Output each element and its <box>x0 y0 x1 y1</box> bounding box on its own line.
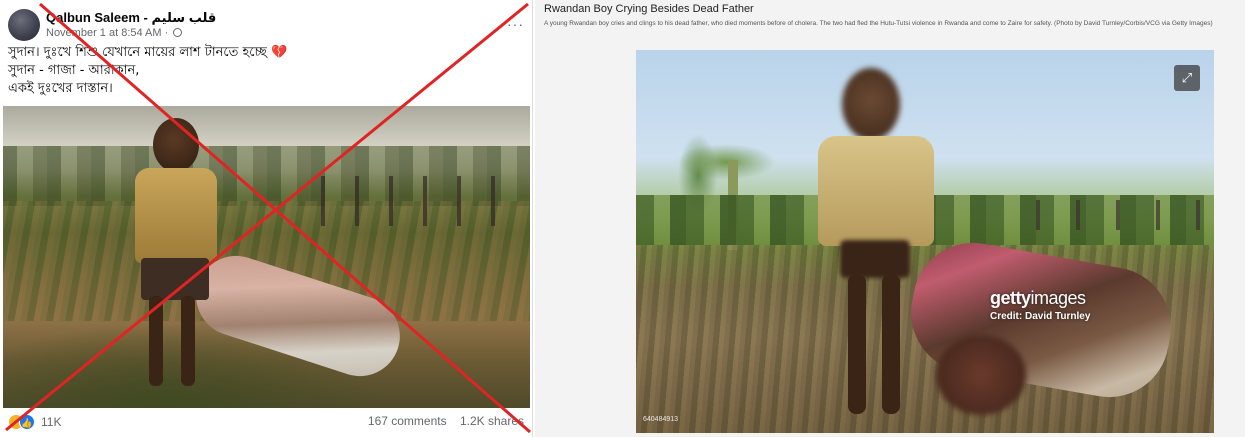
post-footer: 👍 11K 167 comments 1.2K shares <box>8 413 528 433</box>
photo-id: 640484913 <box>643 416 679 423</box>
getty-watermark: gettyimages Credit: David Turnley <box>990 288 1090 322</box>
stock-photo-page: Rwandan Boy Crying Besides Dead Father A… <box>535 0 1245 437</box>
shares-count[interactable]: 1.2K shares <box>460 414 524 428</box>
painting-child-leg <box>149 296 163 386</box>
painting-distant-people <box>303 176 523 226</box>
photo-caption: A young Rwandan boy cries and clings to … <box>544 20 1213 27</box>
painting-child-shirt <box>135 168 217 263</box>
photo-distant-people <box>1016 200 1206 230</box>
comments-count[interactable]: 167 comments <box>368 414 447 428</box>
expand-icon[interactable]: ⤢ <box>1174 65 1200 91</box>
avatar[interactable] <box>8 9 40 41</box>
more-horizontal-icon[interactable]: ··· <box>507 16 524 32</box>
like-reaction-icon: 👍 <box>19 414 35 430</box>
watermark-credit: Credit: David Turnley <box>990 311 1091 322</box>
globe-icon <box>173 28 183 37</box>
engagement-stats: 167 comments 1.2K shares <box>368 414 524 428</box>
post-line: সুদান। দুঃখে শিশু যেখানে মায়ের লাশ টানত… <box>8 45 288 60</box>
broken-heart-icon: 💔 <box>270 45 288 60</box>
post-meta: November 1 at 8:54 AM · <box>46 27 183 39</box>
social-post: Qalbun Saleem - قلب سليم November 1 at 8… <box>0 0 533 437</box>
post-header: Qalbun Saleem - قلب سليم November 1 at 8… <box>8 8 528 42</box>
photo-boy-hips-blurred <box>840 240 910 278</box>
photo-boy-head-blurred <box>842 68 900 140</box>
photo-lying-figure-head-blurred <box>936 335 1026 415</box>
painting-child-leg <box>181 296 195 386</box>
post-text: সুদান। দুঃখে শিশু যেখানে মায়ের লাশ টানত… <box>8 44 528 98</box>
photo-boy-figure <box>812 68 942 428</box>
reaction-count[interactable]: 11K <box>41 415 61 429</box>
painting-child-head <box>153 118 199 172</box>
author-name[interactable]: Qalbun Saleem - قلب سليم <box>46 10 216 26</box>
post-image[interactable] <box>3 106 530 408</box>
post-line: সুদান - গাজা - আরাকান, <box>8 63 140 78</box>
photo-title: Rwandan Boy Crying Besides Dead Father <box>544 3 754 15</box>
stock-photo[interactable]: ⤢ gettyimages Credit: David Turnley 6404… <box>636 50 1214 433</box>
watermark-logo: gettyimages <box>990 288 1086 308</box>
painting-child-shorts <box>141 258 209 300</box>
post-timestamp[interactable]: November 1 at 8:54 AM <box>46 27 162 39</box>
painting-child-figure <box>131 118 221 393</box>
post-line: একই দুঃখের দাস্তান। <box>8 81 113 96</box>
photo-boy-leg <box>882 274 900 414</box>
reactions[interactable]: 👍 11K <box>8 414 61 430</box>
photo-boy-shirt <box>818 136 934 246</box>
photo-boy-leg <box>848 274 866 414</box>
